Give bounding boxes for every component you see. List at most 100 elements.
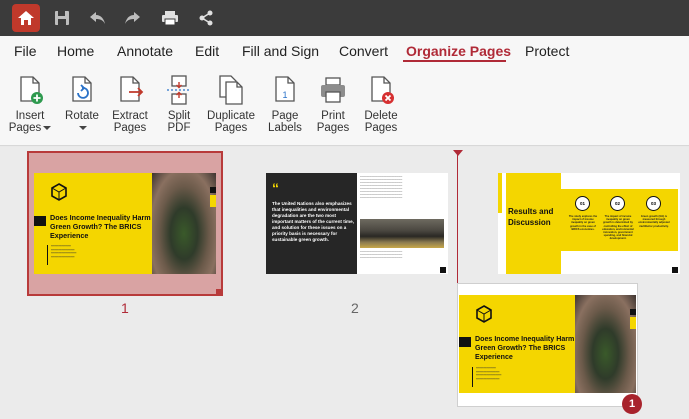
step-3-text: Green growth (GG) is measured through en… <box>638 215 670 228</box>
step-1-text: The study explores the impact of income … <box>568 215 598 231</box>
delete-label-line1: Delete <box>364 110 398 122</box>
step-badge-2: 02 <box>610 196 625 211</box>
print-label-line1: Print <box>321 110 345 122</box>
dragged-slide-body: ━━━━━━━━━━━ ━━━━━━━━━━━━━ ━━━━━━━━━━━━━━ ━━… <box>476 366 502 381</box>
page-number-2: 2 <box>351 300 359 316</box>
delete-label-line2: Pages <box>364 122 398 134</box>
insert-pages-button[interactable]: Insert Pages <box>8 74 52 142</box>
duplicate-pages-button[interactable]: Duplicate Pages <box>205 74 257 142</box>
menu-file[interactable]: File <box>14 43 37 59</box>
save-button[interactable] <box>48 4 76 32</box>
print-pages-button[interactable]: Print Pages <box>314 74 352 142</box>
slide-3-title: Results and Discussion <box>508 207 554 227</box>
menu-annotate[interactable]: Annotate <box>117 43 173 59</box>
save-icon <box>55 11 69 25</box>
dragged-slide-title: Does Income Inequality Harm Green Growth… <box>475 335 575 361</box>
dragged-slide: Does Income Inequality Harm Green Growth… <box>459 295 636 393</box>
black-accent-block <box>459 337 471 347</box>
yellow-accent-block <box>210 195 216 207</box>
duplicate-label-line2: Pages <box>214 122 248 134</box>
black-accent-square <box>440 267 446 273</box>
insert-label-line1: Insert <box>15 110 45 122</box>
home-icon <box>18 11 34 25</box>
print-label-line2: Pages <box>316 122 350 134</box>
drop-position-marker <box>453 150 463 156</box>
split-label-line1: Split <box>167 110 191 122</box>
yellow-edge <box>498 173 502 213</box>
redo-icon <box>125 12 140 24</box>
step-2-text: The impact of income inequality on green… <box>602 215 634 241</box>
slide-2-quote: The United Nations also emphasizes that … <box>272 201 354 242</box>
page-thumbnail-3[interactable]: Results and Discussion 01 02 03 The stud… <box>498 173 680 274</box>
print-pages-icon <box>321 77 345 103</box>
slide-2-text-block: ━━━━━━━━━━━━━━━━━━━━━━━━━━━━━━━━ ━━━━━━━━… <box>360 176 403 199</box>
quote-mark-icon: “ <box>272 180 279 196</box>
page-thumbnail-1[interactable]: Does Income Inequality Harm Green Growth… <box>34 173 216 274</box>
insert-pages-icon <box>20 76 43 104</box>
step-badge-3: 03 <box>646 196 661 211</box>
slide-1-body: ━━━━━━━━━━━ ━━━━━━━━━━━━━ ━━━━━━━━━━━━━━ ━━… <box>51 244 77 259</box>
split-pdf-button[interactable]: Split PDF <box>160 74 198 142</box>
dragged-page-thumbnail[interactable]: Does Income Inequality Harm Green Growth… <box>457 283 638 407</box>
share-button[interactable] <box>192 4 220 32</box>
black-accent-block <box>34 216 46 226</box>
share-icon <box>199 10 213 26</box>
extract-label-line1: Extract <box>112 110 148 122</box>
rotate-button[interactable]: Rotate <box>60 74 104 142</box>
extract-pages-icon <box>120 76 144 102</box>
hexagon-logo-icon <box>476 305 492 323</box>
divider <box>47 245 48 265</box>
home-button[interactable] <box>12 4 40 32</box>
page-labels-number: 1 <box>282 90 287 100</box>
menu-edit[interactable]: Edit <box>195 43 219 59</box>
selection-resize-handle[interactable] <box>216 289 223 296</box>
extract-pages-button[interactable]: Extract Pages <box>110 74 150 142</box>
slide-2-text-block-lower: ━━━━━━━━━━━━━━━━━━━━━━━━━━━━━━━━ ━━━━━━━━… <box>360 251 403 259</box>
ribbon-toolbar: Insert Pages Rotate Extract Pages Split PDF <box>0 68 689 146</box>
black-accent-square <box>210 187 216 193</box>
insert-label-line2: Pages <box>8 122 42 134</box>
step-badge-1: 01 <box>575 196 590 211</box>
city-photo-image <box>360 219 444 248</box>
page-labels-icon: 1 <box>275 76 295 102</box>
undo-button[interactable] <box>84 4 112 32</box>
page-labels-button[interactable]: 1 Page Labels <box>266 74 304 142</box>
rotate-icon <box>72 76 92 102</box>
menu-organize-pages[interactable]: Organize Pages <box>406 43 511 59</box>
drag-count-badge: 1 <box>622 394 642 414</box>
menu-home[interactable]: Home <box>57 43 94 59</box>
black-accent-square <box>630 309 636 315</box>
duplicate-pages-icon <box>219 75 243 105</box>
delete-pages-icon <box>371 76 394 104</box>
extract-label-line2: Pages <box>113 122 147 134</box>
menu-bar: File Home Annotate Edit Fill and Sign Co… <box>0 36 689 68</box>
labels-label-line2: Labels <box>268 122 302 134</box>
chevron-down-icon <box>43 125 52 130</box>
menu-protect[interactable]: Protect <box>525 43 569 59</box>
menu-fill-and-sign[interactable]: Fill and Sign <box>242 43 319 59</box>
slide-1-title: Does Income Inequality Harm Green Growth… <box>50 213 151 240</box>
drop-insert-line <box>457 154 458 284</box>
page-number-1: 1 <box>121 300 129 316</box>
divider <box>472 367 473 387</box>
duplicate-label-line1: Duplicate <box>207 110 255 122</box>
labels-label-line1: Page <box>271 110 299 122</box>
active-menu-underline <box>403 60 506 62</box>
delete-pages-button[interactable]: Delete Pages <box>362 74 400 142</box>
page-thumbnail-2[interactable]: “ The United Nations also emphasizes tha… <box>266 173 448 274</box>
redo-button[interactable] <box>118 4 146 32</box>
menu-convert[interactable]: Convert <box>339 43 388 59</box>
rotate-label: Rotate <box>65 110 99 122</box>
plant-in-hands-image <box>152 173 216 274</box>
print-button[interactable] <box>156 4 184 32</box>
split-label-line2: PDF <box>167 122 191 134</box>
undo-icon <box>90 12 105 24</box>
yellow-accent-block <box>630 317 636 329</box>
split-pdf-icon <box>167 75 191 105</box>
black-accent-square <box>672 267 678 273</box>
print-icon <box>162 11 178 26</box>
title-bar <box>0 0 689 36</box>
chevron-down-icon <box>78 125 87 130</box>
hexagon-logo-icon <box>51 183 67 201</box>
plant-in-hands-image <box>575 295 636 393</box>
